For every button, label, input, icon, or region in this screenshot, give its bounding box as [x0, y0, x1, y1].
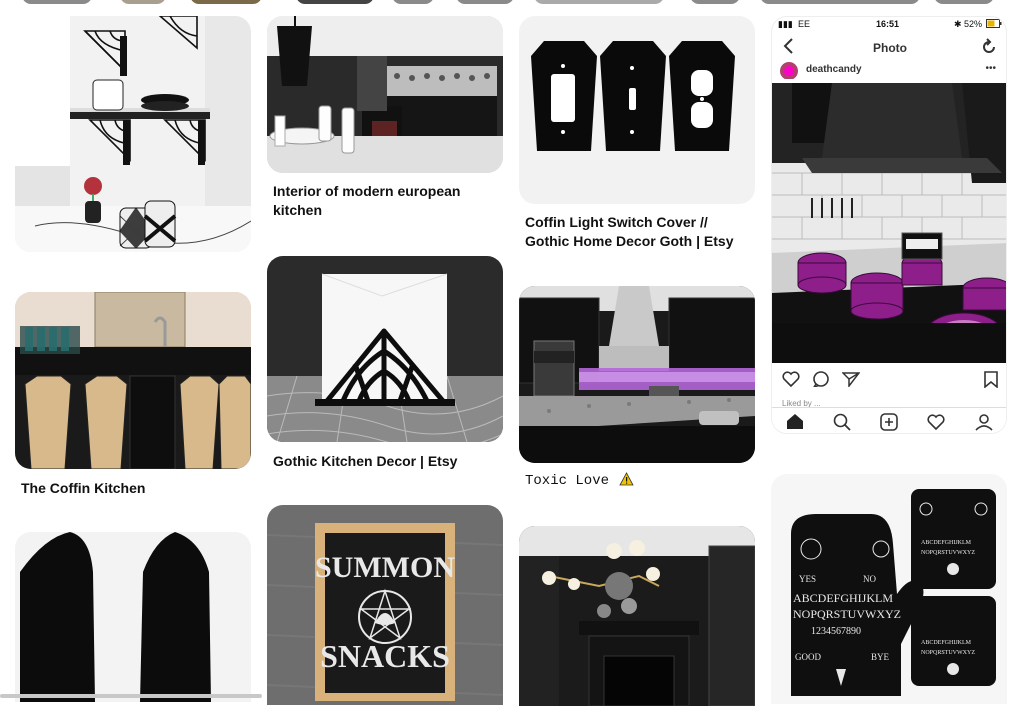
phone-status-bar: ▮▮▮ EE 16:51 ✱ 52%	[772, 17, 1006, 31]
pin-title: Toxic Love	[525, 472, 751, 491]
filter-chip[interactable]	[760, 0, 920, 4]
phone-tab-bar	[772, 407, 1006, 433]
filter-chip[interactable]	[690, 0, 740, 4]
filter-chip[interactable]	[296, 0, 374, 4]
mitt-text-alphabet2: NOPQRSTUVWXYZ	[793, 607, 901, 621]
bookmark-icon[interactable]	[984, 371, 998, 388]
pin-title-text: Toxic Love	[525, 473, 610, 489]
mitt-text-alphabet1: ABCDEFGHIJKLM	[793, 591, 893, 605]
home-icon[interactable]	[786, 413, 804, 430]
mitt-text-bye: BYE	[871, 652, 890, 662]
filter-chip[interactable]	[120, 0, 166, 4]
comment-icon[interactable]	[812, 371, 830, 387]
pin-title: Interior of modern european kitchen	[273, 183, 461, 218]
bluetooth-icon: ✱	[954, 19, 962, 29]
phone-screen-title: Photo	[873, 41, 907, 55]
filter-chip[interactable]	[392, 0, 434, 4]
battery-icon	[986, 19, 1002, 28]
mitt-text-numbers: 1234567890	[811, 626, 861, 637]
pin-card[interactable]: Gothic Kitchen Decor | Etsy	[267, 256, 503, 476]
pin-image	[267, 16, 503, 173]
filter-chip[interactable]	[22, 0, 92, 4]
pin-image	[519, 16, 755, 204]
add-post-icon[interactable]	[880, 413, 898, 431]
search-icon[interactable]	[833, 413, 851, 431]
mitt-text-yes: YES	[799, 574, 816, 584]
pin-card[interactable]	[15, 16, 251, 252]
post-actions	[772, 365, 1006, 395]
pin-card[interactable]: Toxic Love	[519, 286, 755, 496]
pin-image: SUMMON SNACKS	[267, 505, 503, 705]
holder-text-alphabet1: ABCDEFGHIJKLM	[921, 540, 972, 546]
warning-icon	[619, 472, 635, 486]
holder-text-alphabet2-2: NOPQRSTUVWXYZ	[921, 650, 975, 656]
pin-card[interactable]: Interior of modern european kitchen	[267, 16, 503, 222]
post-photo	[772, 83, 1006, 363]
refresh-icon[interactable]	[980, 38, 998, 56]
share-icon[interactable]	[842, 371, 860, 387]
pin-card[interactable]: The Coffin Kitchen	[15, 292, 251, 502]
filter-chip[interactable]	[456, 0, 514, 4]
pin-image: ▮▮▮ EE 16:51 ✱ 52% Photo deathcandy •••	[771, 16, 1007, 434]
pin-title: The Coffin Kitchen	[21, 480, 146, 496]
pin-card[interactable]	[519, 526, 755, 706]
pin-card[interactable]: Coffin Light Switch Cover // Gothic Home…	[519, 16, 755, 256]
profile-icon[interactable]	[975, 413, 993, 431]
pin-image: YES NO ABCDEFGHIJKLM NOPQRSTUVWXYZ 12345…	[771, 474, 1007, 704]
pin-image	[15, 532, 251, 702]
pin-card[interactable]	[15, 532, 251, 702]
carrier-label: EE	[798, 19, 811, 29]
pin-card[interactable]: SUMMON SNACKS	[267, 505, 503, 705]
post-header: deathcandy •••	[772, 61, 1006, 81]
filter-chip[interactable]	[534, 0, 664, 4]
holder-text-alphabet2: NOPQRSTUVWXYZ	[921, 550, 975, 556]
heart-icon[interactable]	[782, 371, 800, 387]
status-time: 16:51	[876, 19, 900, 29]
pin-image	[519, 526, 755, 706]
horizontal-scrollbar[interactable]	[0, 694, 262, 698]
holder-text-alphabet1-2: ABCDEFGHIJKLM	[921, 640, 972, 646]
signal-icon: ▮▮▮	[778, 19, 793, 29]
filter-chip[interactable]	[934, 0, 994, 4]
pin-title: Gothic Kitchen Decor | Etsy	[273, 453, 458, 469]
battery-label: 52%	[964, 19, 983, 29]
filter-chip[interactable]	[190, 0, 262, 4]
mitt-text-no: NO	[863, 574, 876, 584]
pin-card[interactable]: ▮▮▮ EE 16:51 ✱ 52% Photo deathcandy •••	[771, 16, 1007, 434]
pin-image	[519, 286, 755, 463]
pin-card[interactable]: YES NO ABCDEFGHIJKLM NOPQRSTUVWXYZ 12345…	[771, 474, 1007, 704]
activity-heart-icon[interactable]	[927, 414, 945, 430]
mitt-text-good: GOOD	[795, 652, 821, 662]
post-username[interactable]: deathcandy	[806, 64, 862, 75]
phone-nav-bar: Photo	[772, 35, 1006, 61]
pin-image	[15, 292, 251, 469]
more-options-icon[interactable]: •••	[985, 63, 996, 74]
pin-title: Coffin Light Switch Cover // Gothic Home…	[525, 214, 734, 249]
sign-text-snacks: SNACKS	[320, 638, 450, 674]
pin-image	[15, 16, 251, 252]
sign-text-summon: SUMMON	[315, 551, 455, 584]
pin-image	[267, 256, 503, 442]
avatar[interactable]	[778, 61, 800, 79]
